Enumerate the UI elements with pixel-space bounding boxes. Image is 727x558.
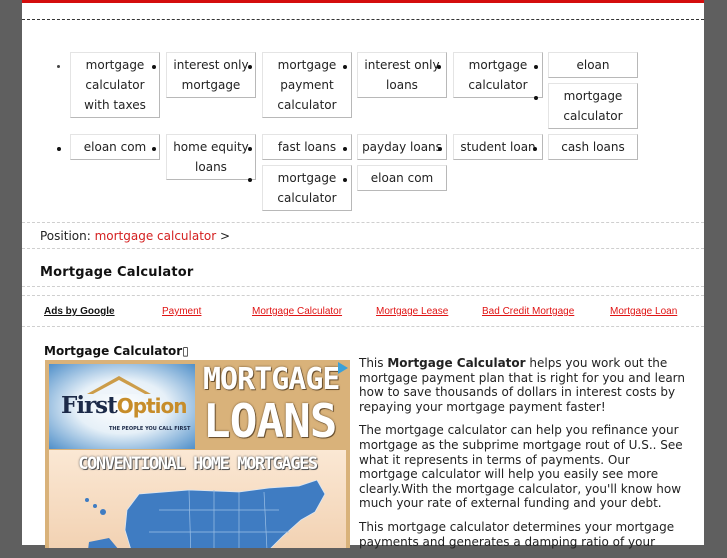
ad-headline-2: LOANS	[203, 394, 337, 448]
list-bullet	[248, 65, 252, 69]
ad-headline-1: MORTGAGE	[203, 362, 340, 397]
article-keyword: Mortgage Calculator	[387, 356, 526, 370]
breadcrumb-prefix: Position:	[40, 229, 91, 243]
link-interest-only-loans[interactable]: interest only loans	[357, 52, 447, 98]
ads-bar: Ads by Google Payment Mortgage Calculato…	[22, 306, 704, 324]
link-eloan-com[interactable]: eloan com	[70, 134, 160, 160]
link-cash-loans[interactable]: cash loans	[548, 134, 638, 160]
link-eloan[interactable]: eloan	[548, 52, 638, 78]
link-interest-only-mortgage[interactable]: interest only mortgage	[166, 52, 256, 98]
link-mortgage-calculator-3[interactable]: mortgage calculator	[262, 165, 352, 211]
ad-link-mortgage-lease[interactable]: Mortgage Lease	[376, 306, 448, 317]
top-divider	[22, 19, 704, 20]
ad-brand-second: Option	[116, 394, 188, 418]
link-mortgage-calculator[interactable]: mortgage calculator	[453, 52, 543, 98]
breadcrumb-separator: >	[220, 229, 231, 243]
list-bullet	[343, 178, 347, 182]
ad-lower-panel: CONVENTIONAL HOME MORTGAGES	[49, 450, 346, 548]
section-title: Mortgage Calculator▯	[44, 344, 189, 358]
list-bullet	[534, 96, 538, 100]
divider	[22, 222, 704, 223]
link-student-loan[interactable]: student loan	[453, 134, 543, 160]
list-bullet	[438, 147, 442, 151]
ad-link-bad-credit-mortgage[interactable]: Bad Credit Mortgage	[482, 306, 574, 317]
breadcrumb-link[interactable]: mortgage calculator	[95, 229, 217, 243]
breadcrumb: Position: mortgage calculator >	[40, 229, 230, 243]
link-eloan-com-2[interactable]: eloan com	[357, 165, 447, 191]
usa-map-icon	[85, 480, 326, 548]
link-home-equity-loans[interactable]: home equity loans	[166, 134, 256, 180]
page-container: mortgage calculator with taxes interest …	[22, 0, 704, 549]
link-mortgage-payment-calculator[interactable]: mortgage payment calculator	[262, 52, 352, 118]
divider	[22, 326, 704, 327]
link-mortgage-calculator-with-taxes[interactable]: mortgage calculator with taxes	[70, 52, 160, 118]
ad-banner[interactable]: FirstOption THE PEOPLE YOU CALL FIRST MO…	[45, 360, 350, 548]
ad-brand-first: First	[61, 392, 118, 419]
article-body: This Mortgage Calculator helps you work …	[359, 356, 689, 558]
list-bullet	[533, 147, 537, 151]
list-bullet	[343, 65, 347, 69]
adchoices-icon[interactable]	[338, 362, 348, 374]
list-bullet	[152, 147, 156, 151]
divider	[22, 248, 704, 249]
link-mortgage-calculator-2[interactable]: mortgage calculator	[548, 83, 638, 129]
divider	[22, 286, 704, 287]
list-bullet	[152, 65, 156, 69]
ad-brand-panel: FirstOption THE PEOPLE YOU CALL FIRST	[49, 364, 195, 449]
list-bullet	[343, 147, 347, 151]
ad-brand-name: FirstOption	[61, 392, 188, 419]
ad-link-mortgage-loan[interactable]: Mortgage Loan	[610, 306, 677, 317]
ad-tagline: THE PEOPLE YOU CALL FIRST	[109, 426, 191, 432]
article-paragraph: The mortgage calculator can help you ref…	[359, 423, 683, 511]
list-bullet	[248, 147, 252, 151]
ad-link-mortgage-calculator[interactable]: Mortgage Calculator	[252, 306, 342, 317]
list-bullet	[57, 65, 60, 68]
list-bullet	[57, 147, 61, 151]
ad-subheadline: CONVENTIONAL HOME MORTGAGES	[78, 454, 318, 474]
list-bullet	[534, 65, 538, 69]
ads-by-google-label[interactable]: Ads by Google	[44, 306, 115, 317]
article-paragraph: This Mortgage Calculator helps you work …	[359, 356, 689, 414]
list-bullet	[248, 178, 252, 182]
article-text: This	[359, 356, 388, 370]
link-payday-loans[interactable]: payday loans	[357, 134, 447, 160]
ad-link-payment[interactable]: Payment	[162, 306, 201, 317]
divider	[22, 295, 704, 296]
link-fast-loans[interactable]: fast loans	[262, 134, 352, 160]
page-title: Mortgage Calculator	[40, 265, 194, 280]
list-bullet	[437, 65, 441, 69]
